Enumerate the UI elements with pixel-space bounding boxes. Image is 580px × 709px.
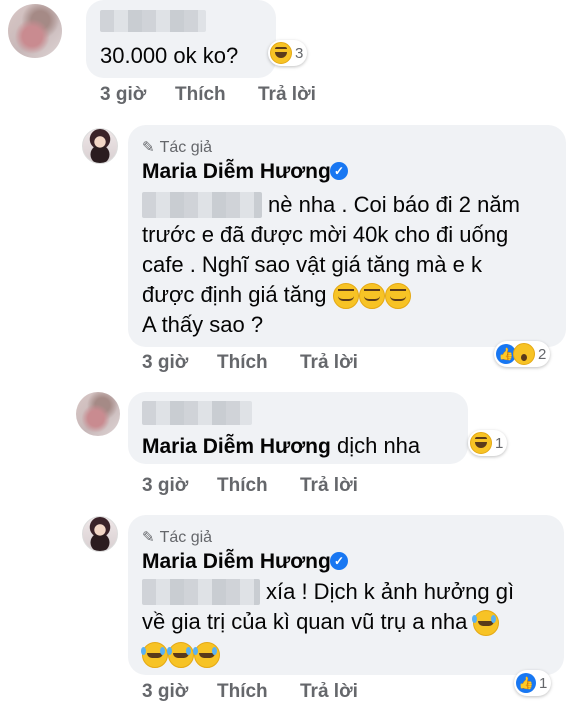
maria-avatar[interactable] <box>82 128 118 164</box>
blurred-mention <box>142 401 252 425</box>
laughing-crying-emoji-icon <box>472 610 500 637</box>
blurred-mention <box>142 192 262 218</box>
comment-line: Maria Diễm Hương dịch nha <box>142 433 421 458</box>
blurred-commenter-name <box>100 10 206 32</box>
smirk-emoji-icon <box>358 283 385 310</box>
maria-avatar[interactable] <box>82 516 118 552</box>
pencil-icon: ✎ <box>142 529 155 546</box>
wow-emoji-icon <box>513 343 535 365</box>
author-badge: ✎ Tác giả <box>142 139 213 156</box>
comment-time[interactable]: 3 giờ <box>142 681 188 703</box>
commenter-avatar[interactable] <box>8 4 62 58</box>
verified-badge-icon: ✓ <box>330 552 348 570</box>
comment-time[interactable]: 3 giờ <box>142 475 188 497</box>
laughing-crying-emoji-icon <box>141 642 168 669</box>
haha-emoji-icon <box>470 432 492 454</box>
verified-badge-icon: ✓ <box>330 162 348 180</box>
comment-line: về gia trị của kì quan vũ trụ a nha <box>142 606 500 637</box>
reaction-count[interactable]: 3 <box>268 40 308 66</box>
like-button[interactable]: Thích <box>217 352 268 374</box>
comment-line: cafe . Nghĩ sao vật giá tăng mà e k <box>142 252 482 277</box>
reply-button[interactable]: Trả lời <box>300 681 358 703</box>
comment-text: 30.000 ok ko? <box>100 43 239 68</box>
reaction-count[interactable]: 1 <box>468 430 508 456</box>
comment-line: nè nha . Coi báo đi 2 năm <box>268 192 520 217</box>
laughing-crying-emoji-icon <box>193 642 220 669</box>
blurred-mention <box>142 579 260 605</box>
comment-line: xía ! Dịch k ảnh hưởng gì <box>266 579 515 604</box>
commenter-name[interactable]: Maria Diễm Hương <box>142 550 331 574</box>
reaction-count[interactable]: 👍 2 <box>494 341 551 367</box>
commenter-name[interactable]: Maria Diễm Hương <box>142 160 331 184</box>
comment-line: được định giá tăng <box>142 279 411 310</box>
like-button[interactable]: Thích <box>217 681 268 703</box>
comment-line: trước e đã được mời 40k cho đi uống <box>142 222 509 247</box>
comment-time[interactable]: 3 giờ <box>100 84 146 106</box>
smirk-emoji-icon <box>384 283 411 310</box>
reply-button[interactable]: Trả lời <box>300 352 358 374</box>
reply-button[interactable]: Trả lời <box>258 84 316 106</box>
commenter-avatar[interactable] <box>76 392 120 436</box>
like-button[interactable]: Thích <box>175 84 226 106</box>
comment-time[interactable]: 3 giờ <box>142 352 188 374</box>
like-button[interactable]: Thích <box>217 475 268 497</box>
smirk-emoji-icon <box>332 283 359 310</box>
comment-line: A thấy sao ? <box>142 312 264 337</box>
reply-button[interactable]: Trả lời <box>300 475 358 497</box>
haha-emoji-icon <box>270 42 292 64</box>
laughing-crying-emoji-icon <box>167 642 194 669</box>
like-icon: 👍 <box>516 673 536 693</box>
mentioned-name[interactable]: Maria Diễm Hương <box>142 435 331 458</box>
author-badge: ✎ Tác giả <box>142 529 213 546</box>
pencil-icon: ✎ <box>142 139 155 156</box>
reaction-count[interactable]: 👍 1 <box>514 670 552 696</box>
emoji-line <box>141 638 220 669</box>
